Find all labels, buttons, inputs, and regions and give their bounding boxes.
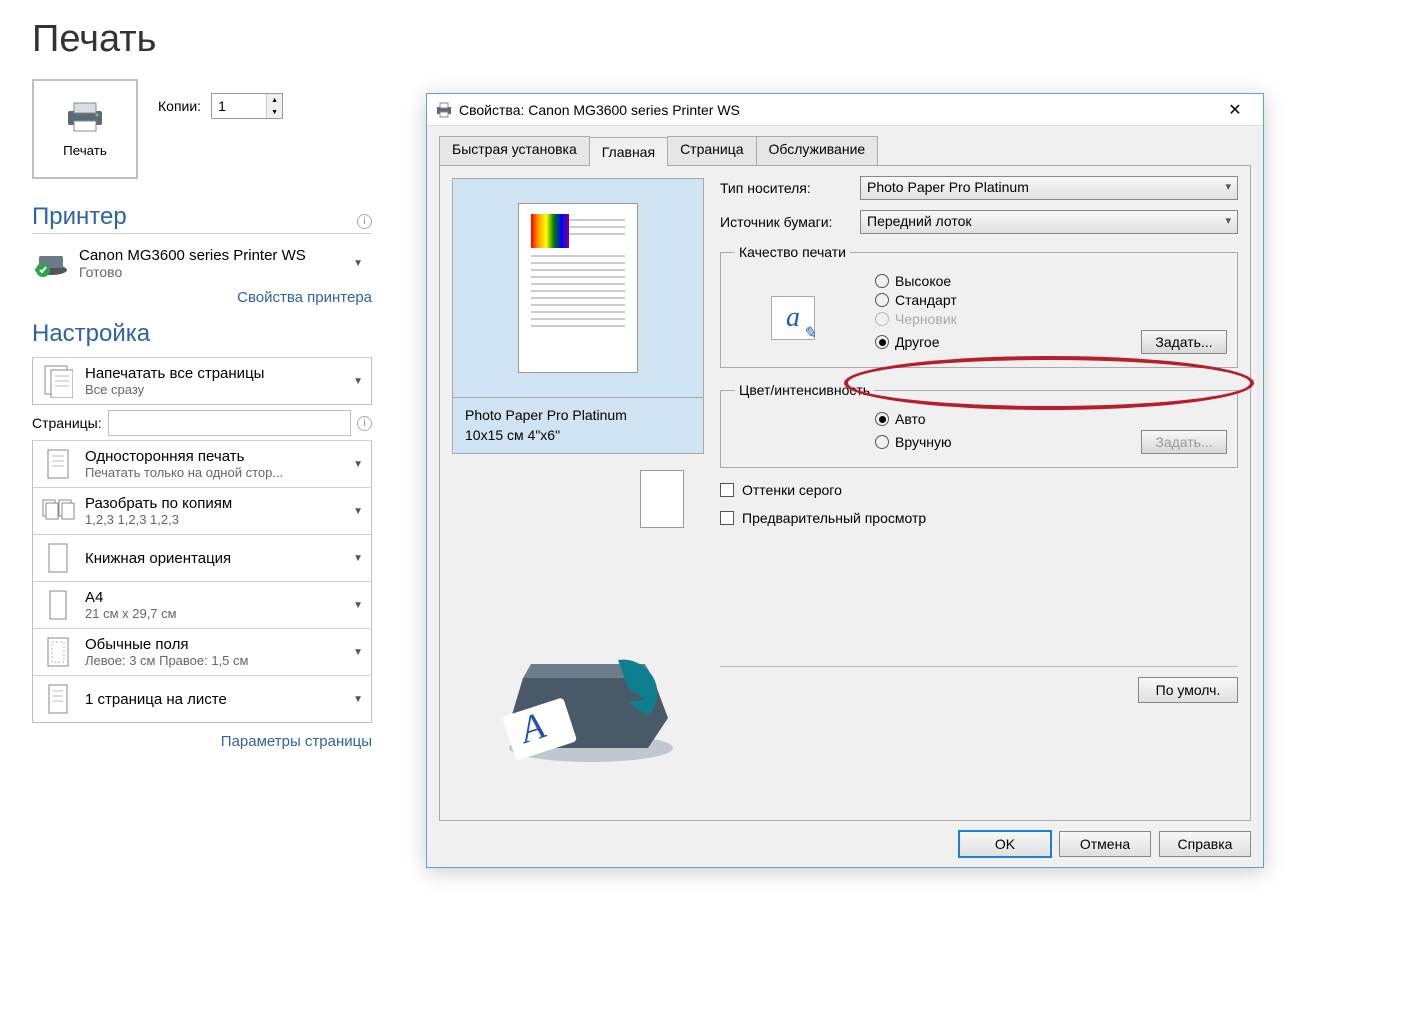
quality-radio-high[interactable]: Высокое <box>875 273 1227 289</box>
color-set-button: Задать... <box>1141 430 1227 454</box>
print-button[interactable]: Печать <box>32 79 138 179</box>
printer-properties-link[interactable]: Свойства принтера <box>32 289 372 306</box>
dialog-tabs: Быстрая установка Главная Страница Обслу… <box>439 136 1251 165</box>
margins-icon <box>41 634 75 670</box>
page-title: Печать <box>32 18 372 61</box>
color-radio-auto[interactable]: Авто <box>875 411 1227 427</box>
printer-properties-dialog: Свойства: Canon MG3600 series Printer WS… <box>426 93 1264 868</box>
chevron-down-icon: ▼ <box>353 258 363 269</box>
preview-label: Photo Paper Pro Platinum 10x15 см 4"x6" <box>452 398 704 454</box>
info-icon[interactable]: i <box>357 214 372 229</box>
color-radio-manual[interactable]: Вручную Задать... <box>875 430 1227 454</box>
cancel-button[interactable]: Отмена <box>1059 831 1151 857</box>
setting-orientation[interactable]: Книжная ориентация ▼ <box>32 534 372 582</box>
chevron-down-icon: ▼ <box>353 506 363 517</box>
page-setup-link[interactable]: Параметры страницы <box>32 733 372 750</box>
defaults-button[interactable]: По умолч. <box>1138 677 1238 703</box>
printer-illustration: A <box>452 618 704 768</box>
quality-radio-draft: Черновик <box>875 311 1227 327</box>
quality-icon: a✎ <box>771 296 815 340</box>
preview-checkbox[interactable]: Предварительный просмотр <box>720 510 1238 526</box>
tab-page[interactable]: Страница <box>667 136 756 165</box>
printer-icon <box>64 101 106 133</box>
quality-radio-standard[interactable]: Стандарт <box>875 292 1227 308</box>
tab-maintenance[interactable]: Обслуживание <box>756 136 879 165</box>
dialog-title: Свойства: Canon MG3600 series Printer WS <box>459 102 740 118</box>
close-button[interactable]: ✕ <box>1215 96 1255 124</box>
quality-legend: Качество печати <box>735 244 850 260</box>
quality-fieldset: Качество печати a✎ Высокое Стандарт Черн… <box>720 244 1238 368</box>
paper-source-label: Источник бумаги: <box>720 214 860 230</box>
collate-icon <box>41 493 75 529</box>
printer-status: Готово <box>79 264 306 280</box>
media-type-combo[interactable]: Photo Paper Pro Platinum <box>860 176 1238 200</box>
color-fieldset: Цвет/интенсивность Авто Вручную Задать..… <box>720 382 1238 468</box>
tab-quick-setup[interactable]: Быстрая установка <box>439 136 590 165</box>
dialog-footer: OK Отмена Справка <box>439 821 1251 857</box>
info-icon[interactable]: i <box>357 416 372 431</box>
printer-section-title: Принтер <box>32 203 127 231</box>
copies-label: Копии: <box>158 98 201 114</box>
media-type-label: Тип носителя: <box>720 180 860 196</box>
printer-status-icon <box>33 250 69 278</box>
pages-input[interactable] <box>108 410 351 436</box>
pages-icon <box>41 363 75 399</box>
grayscale-checkbox[interactable]: Оттенки серого <box>720 482 1238 498</box>
printer-icon <box>435 102 453 118</box>
print-backstage-panel: Печать Печать Копии: ▲ ▼ Принтер i <box>32 18 372 764</box>
one-sided-icon <box>41 446 75 482</box>
chevron-down-icon: ▼ <box>353 647 363 658</box>
portrait-icon <box>41 540 75 576</box>
settings-section-title: Настройка <box>32 320 150 348</box>
setting-paper-size[interactable]: А4 21 см x 29,7 см ▼ <box>32 581 372 629</box>
setting-print-range[interactable]: Напечатать все страницы Все сразу ▼ <box>32 357 372 405</box>
copies-increment[interactable]: ▲ <box>267 94 282 106</box>
setting-sides[interactable]: Односторонняя печать Печатать только на … <box>32 440 372 488</box>
pages-per-sheet-icon <box>41 681 75 717</box>
chevron-down-icon: ▼ <box>353 376 363 387</box>
preview-area <box>452 178 704 398</box>
quality-set-button[interactable]: Задать... <box>1141 330 1227 354</box>
tab-main[interactable]: Главная <box>589 137 668 166</box>
chevron-down-icon: ▼ <box>353 459 363 470</box>
copies-stepper[interactable]: ▲ ▼ <box>211 93 283 119</box>
copies-input[interactable] <box>212 94 266 118</box>
setting-collate[interactable]: Разобрать по копиям 1,2,3 1,2,3 1,2,3 ▼ <box>32 487 372 535</box>
rainbow-swatch <box>531 214 569 248</box>
preview-column: Photo Paper Pro Platinum 10x15 см 4"x6" … <box>452 178 704 768</box>
print-button-label: Печать <box>63 143 107 158</box>
setting-pages-per-sheet[interactable]: 1 страница на листе ▼ <box>32 675 372 723</box>
quality-radio-other[interactable]: Другое Задать... <box>875 330 1227 354</box>
chevron-down-icon: ▼ <box>353 553 363 564</box>
chevron-down-icon: ▼ <box>353 694 363 705</box>
paper-preview <box>518 203 638 373</box>
printer-selector[interactable]: Canon MG3600 series Printer WS Готово ▼ <box>32 242 372 285</box>
dialog-titlebar[interactable]: Свойства: Canon MG3600 series Printer WS… <box>427 94 1263 126</box>
printer-name: Canon MG3600 series Printer WS <box>79 247 306 264</box>
color-legend: Цвет/интенсивность <box>735 382 874 398</box>
setting-margins[interactable]: Обычные поля Левое: 3 см Правое: 1,5 см … <box>32 628 372 676</box>
ok-button[interactable]: OK <box>959 831 1051 857</box>
paper-source-combo[interactable]: Передний лоток <box>860 210 1238 234</box>
help-button[interactable]: Справка <box>1159 831 1251 857</box>
chevron-down-icon: ▼ <box>353 600 363 611</box>
tab-pane-main: Photo Paper Pro Platinum 10x15 см 4"x6" … <box>439 165 1251 821</box>
copies-decrement[interactable]: ▼ <box>267 106 282 118</box>
pages-label: Страницы: <box>32 415 102 431</box>
paper-size-icon <box>41 587 75 623</box>
layout-preview <box>640 470 684 528</box>
